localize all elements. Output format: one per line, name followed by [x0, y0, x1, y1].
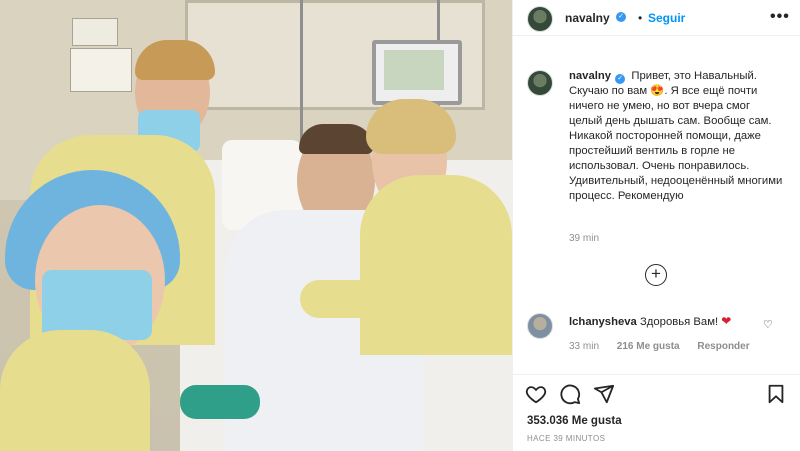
- caption-verified-badge-icon: ✓: [615, 74, 626, 84]
- comment-timestamp: 33 min: [569, 341, 600, 352]
- load-more-comments-button[interactable]: +: [645, 264, 667, 286]
- bookmark-icon[interactable]: [765, 383, 787, 405]
- share-icon[interactable]: [593, 383, 615, 405]
- post-actions: 353.036 Me gusta HACE 39 MINUTOS: [513, 374, 800, 451]
- comment-item: lchanysheva Здоровья Вам! ❤: [569, 314, 731, 328]
- heart-icon[interactable]: [525, 383, 547, 405]
- more-options-icon[interactable]: •••: [770, 8, 790, 26]
- caption-text: Привет, это Навальный. Скучаю по вам 😍. …: [569, 70, 783, 202]
- comment-avatar[interactable]: [527, 313, 553, 339]
- like-count[interactable]: 353.036 Me gusta: [527, 415, 622, 427]
- post-caption: navalny ✓ Привет, это Навальный. Скучаю …: [569, 69, 783, 204]
- comment-likes[interactable]: 216 Me gusta: [617, 341, 680, 352]
- caption-username[interactable]: navalny: [569, 70, 611, 82]
- author-username[interactable]: navalny: [565, 11, 610, 25]
- post-photo: [0, 0, 512, 451]
- follow-button[interactable]: Seguir: [648, 11, 685, 25]
- author-avatar[interactable]: [527, 6, 553, 32]
- photo-person-woman: [300, 95, 512, 355]
- post-time-ago: HACE 39 MINUTOS: [527, 434, 606, 443]
- verified-badge-icon: ✓: [616, 12, 626, 22]
- post-header: navalny ✓ • Seguir •••: [513, 0, 800, 36]
- comment-username[interactable]: lchanysheva: [569, 316, 637, 328]
- post-side-panel: navalny ✓ • Seguir ••• navalny ✓ Привет,…: [512, 0, 800, 451]
- comment-reply-button[interactable]: Responder: [697, 341, 749, 352]
- comment-meta: 33 min 216 Me gusta Responder: [569, 341, 765, 352]
- heart-emoji-icon: ❤: [721, 314, 732, 328]
- caption-timestamp: 39 min: [569, 233, 600, 244]
- photo-person-girl: [0, 170, 260, 451]
- header-separator: •: [638, 11, 643, 25]
- comment-text: Здоровья Вам!: [639, 316, 719, 328]
- caption-author-avatar[interactable]: [527, 70, 553, 96]
- comment-icon[interactable]: [559, 383, 581, 405]
- comment-like-icon[interactable]: ♡: [763, 318, 773, 331]
